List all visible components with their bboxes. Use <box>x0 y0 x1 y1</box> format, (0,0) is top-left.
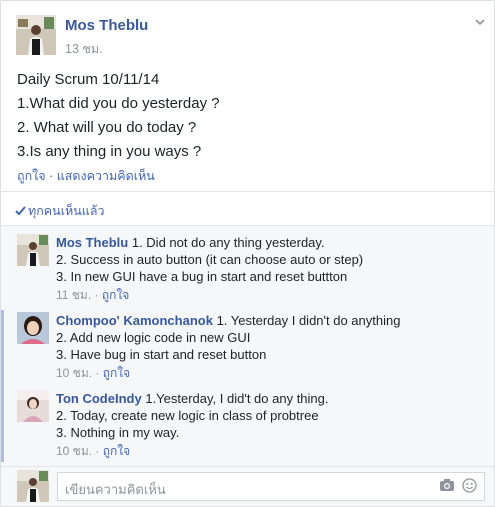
comment-meta: 10 ชม. · ถูกใจ <box>56 366 131 380</box>
comment-line: 1.Yesterday, I did't do any thing. <box>145 391 329 406</box>
post-author-name[interactable]: Mos Theblu <box>65 17 148 34</box>
post-line: 2. What will you do today ? <box>17 119 197 136</box>
commenter-avatar[interactable] <box>17 312 49 344</box>
post-timestamp[interactable]: 13 ชม. <box>65 39 103 59</box>
comment-content: Chompoo' Kamonchanok 1. Yesterday I didn… <box>56 312 400 382</box>
comment-timestamp[interactable]: 11 ชม. <box>56 288 91 302</box>
commenter-avatar[interactable] <box>17 234 49 266</box>
post-line: 3.Is any thing in you ways ? <box>17 143 202 160</box>
commenter-name[interactable]: Ton CodeIndy <box>56 391 142 406</box>
comment-line: 2. Success in auto button (it can choose… <box>56 252 364 267</box>
post-line: 1.What did you do yesterday ? <box>17 95 220 112</box>
comment-line: 2. Add new logic code in new GUI <box>56 330 251 345</box>
comment-like-link[interactable]: ถูกใจ <box>103 366 130 380</box>
comment-line: 3. Nothing in my way. <box>56 425 180 440</box>
comment-line: 1. Yesterday I didn't do anything <box>216 313 401 328</box>
comment-input[interactable]: เขียนความคิดเห็น <box>57 472 485 501</box>
comment-like-link[interactable]: ถูกใจ <box>103 444 130 458</box>
comment-input-placeholder: เขียนความคิดเห็น <box>65 482 166 497</box>
post-body: Daily Scrum 10/11/14 1.What did you do y… <box>17 68 220 164</box>
commenter-name[interactable]: Chompoo' Kamonchanok <box>56 313 213 328</box>
post-card: Mos Theblu 13 ชม. Daily Scrum 10/11/14 1… <box>0 0 495 507</box>
comment-like-link[interactable]: ถูกใจ <box>102 288 129 302</box>
comments-section: Mos Theblu 1. Did not do any thing yeste… <box>1 226 494 466</box>
divider <box>1 191 494 192</box>
camera-icon[interactable] <box>439 478 455 495</box>
post-line: Daily Scrum 10/11/14 <box>17 71 160 88</box>
chevron-down-icon[interactable] <box>475 13 485 31</box>
comment-timestamp[interactable]: 10 ชม. <box>56 366 92 380</box>
seen-by-row: ทุกคนเห็นแล้ว <box>15 201 105 221</box>
comment-link[interactable]: แสดงความคิดเห็น <box>57 169 155 183</box>
comment-meta: 10 ชม. · ถูกใจ <box>56 444 131 458</box>
comment-content: Ton CodeIndy 1.Yesterday, I did't do any… <box>56 390 329 460</box>
current-user-avatar[interactable] <box>17 470 49 502</box>
like-link[interactable]: ถูกใจ <box>17 169 46 183</box>
comment-content: Mos Theblu 1. Did not do any thing yeste… <box>56 234 363 304</box>
commenter-name[interactable]: Mos Theblu <box>56 235 128 250</box>
separator-dot: · <box>45 169 57 183</box>
author-avatar[interactable] <box>16 15 56 55</box>
comment-line: 3. Have bug in start and reset button <box>56 347 267 362</box>
check-icon <box>15 206 26 216</box>
comment-composer: เขียนความคิดเห็น <box>1 466 494 506</box>
emoji-icon[interactable] <box>462 478 477 496</box>
comment-timestamp[interactable]: 10 ชม. <box>56 444 92 458</box>
post-actions: ถูกใจ · แสดงความคิดเห็น <box>17 166 155 186</box>
comment-line: 2. Today, create new logic in class of p… <box>56 408 319 423</box>
comment-meta: 11 ชม. · ถูกใจ <box>56 288 130 302</box>
comment-line: 3. In new GUI have a bug in start and re… <box>56 269 348 284</box>
seen-by-label[interactable]: ทุกคนเห็นแล้ว <box>28 204 105 218</box>
new-comments-indicator <box>1 310 4 462</box>
comment-line: 1. Did not do any thing yesterday. <box>131 235 325 250</box>
commenter-avatar[interactable] <box>17 390 49 422</box>
